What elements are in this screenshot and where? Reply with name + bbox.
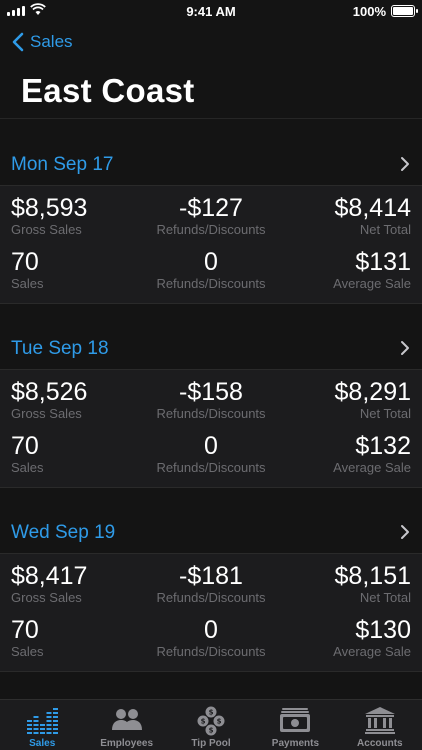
refund-count-label: Refunds/Discounts: [156, 644, 266, 659]
status-bar: 9:41 AM 100%: [0, 0, 422, 22]
day-stats: $8,526 Gross Sales -$158 Refunds/Discounts…: [0, 370, 422, 488]
back-button-label: Sales: [30, 32, 73, 51]
refund-count-value: 0: [204, 616, 218, 644]
net-total-value: $8,291: [334, 378, 411, 406]
sales-count-value: 70: [11, 248, 39, 276]
tab-label: Employees: [100, 738, 154, 749]
tab-accounts[interactable]: Accounts: [338, 700, 422, 750]
battery-percent: 100%: [352, 4, 386, 19]
refunds-stat: -$127 Refunds/Discounts: [141, 194, 281, 238]
net-total-value: $8,151: [334, 562, 411, 590]
net-total-stat: $8,291 Net Total: [271, 378, 411, 422]
back-button[interactable]: Sales: [12, 32, 73, 52]
day-date: Wed Sep 19: [11, 522, 116, 543]
gross-sales-value: $8,593: [11, 194, 88, 222]
gross-sales-stat: $8,593 Gross Sales: [11, 194, 151, 238]
payments-icon: [280, 708, 311, 732]
tab-employees[interactable]: Employees: [84, 700, 168, 750]
bar-chart-icon: [27, 708, 59, 734]
bank-icon: [364, 707, 395, 734]
refund-count-value: 0: [204, 248, 218, 276]
day-stats: $8,593 Gross Sales -$127 Refunds/Discounts…: [0, 186, 422, 304]
sales-count-label: Sales: [11, 276, 44, 291]
tab-label: Payments: [271, 738, 320, 749]
gross-sales-stat: $8,417 Gross Sales: [11, 562, 151, 606]
svg-text:$: $: [209, 709, 214, 717]
refunds-stat: -$158 Refunds/Discounts: [141, 378, 281, 422]
gross-sales-stat: $8,526 Gross Sales: [11, 378, 151, 422]
chevron-right-icon: [401, 341, 409, 355]
gross-sales-value: $8,526: [11, 378, 88, 406]
net-total-label: Net Total: [359, 222, 411, 237]
employees-icon: [111, 709, 142, 730]
refunds-value: -$127: [179, 194, 243, 222]
refund-count-stat: 0 Refunds/Discounts: [141, 616, 281, 660]
average-sale-value: $132: [355, 432, 411, 460]
battery-icon: [391, 5, 418, 17]
day-stats: $8,417 Gross Sales -$181 Refunds/Discounts…: [0, 554, 422, 672]
svg-text:$: $: [209, 727, 214, 735]
chevron-right-icon: [401, 157, 409, 171]
refund-count-label: Refunds/Discounts: [156, 276, 266, 291]
page-title: East Coast: [21, 72, 195, 109]
tab-tip-pool[interactable]: $ $ $ $ Tip Pool: [169, 700, 253, 750]
gross-sales-label: Gross Sales: [11, 222, 82, 237]
average-sale-stat: $130 Average Sale: [271, 616, 411, 660]
refund-count-stat: 0 Refunds/Discounts: [141, 248, 281, 292]
tab-sales[interactable]: Sales: [0, 700, 84, 750]
refunds-label: Refunds/Discounts: [156, 222, 266, 237]
chevron-right-icon: [401, 525, 409, 539]
divider: [0, 118, 422, 119]
tab-payments[interactable]: Payments: [253, 700, 337, 750]
gross-sales-label: Gross Sales: [11, 590, 82, 605]
average-sale-stat: $132 Average Sale: [271, 432, 411, 476]
tab-label: Tip Pool: [191, 738, 231, 749]
chevron-left-icon: [12, 32, 24, 52]
tab-bar: Sales Employees $ $ $ $ Tip Pool Payment…: [0, 699, 422, 750]
net-total-value: $8,414: [334, 194, 411, 222]
refund-count-value: 0: [204, 432, 218, 460]
svg-text:$: $: [217, 718, 222, 726]
sales-count-label: Sales: [11, 644, 44, 659]
day-section: Mon Sep 17 $8,593 Gross Sales -$127 Refund…: [0, 149, 422, 304]
average-sale-label: Average Sale: [333, 644, 411, 659]
average-sale-value: $131: [355, 248, 411, 276]
day-section: Tue Sep 18 $8,526 Gross Sales -$158 Refund…: [0, 333, 422, 488]
tip-pool-icon: $$ $$: [197, 706, 225, 736]
refunds-value: -$181: [179, 562, 243, 590]
day-section: Wed Sep 19 $8,417 Gross Sales -$181 Refund…: [0, 517, 422, 672]
gross-sales-value: $8,417: [11, 562, 88, 590]
average-sale-label: Average Sale: [333, 460, 411, 475]
sales-count-stat: 70 Sales: [11, 248, 151, 292]
refunds-label: Refunds/Discounts: [156, 406, 266, 421]
sales-count-value: 70: [11, 432, 39, 460]
net-total-label: Net Total: [359, 406, 411, 421]
refund-count-stat: 0 Refunds/Discounts: [141, 432, 281, 476]
net-total-stat: $8,414 Net Total: [271, 194, 411, 238]
day-header-row[interactable]: Tue Sep 18: [0, 333, 422, 370]
tab-label: Accounts: [357, 738, 403, 749]
svg-text:$: $: [201, 718, 206, 726]
refund-count-label: Refunds/Discounts: [156, 460, 266, 475]
net-total-label: Net Total: [359, 590, 411, 605]
sales-count-label: Sales: [11, 460, 44, 475]
average-sale-value: $130: [355, 616, 411, 644]
average-sale-stat: $131 Average Sale: [271, 248, 411, 292]
day-header-row[interactable]: Mon Sep 17: [0, 149, 422, 186]
refunds-value: -$158: [179, 378, 243, 406]
net-total-stat: $8,151 Net Total: [271, 562, 411, 606]
sales-count-stat: 70 Sales: [11, 432, 151, 476]
sales-count-value: 70: [11, 616, 39, 644]
gross-sales-label: Gross Sales: [11, 406, 82, 421]
refunds-stat: -$181 Refunds/Discounts: [141, 562, 281, 606]
sales-count-stat: 70 Sales: [11, 616, 151, 660]
tab-label: Sales: [29, 738, 56, 749]
average-sale-label: Average Sale: [333, 276, 411, 291]
day-date: Mon Sep 17: [11, 154, 114, 175]
refunds-label: Refunds/Discounts: [156, 590, 266, 605]
day-header-row[interactable]: Wed Sep 19: [0, 517, 422, 554]
day-date: Tue Sep 18: [11, 338, 109, 359]
